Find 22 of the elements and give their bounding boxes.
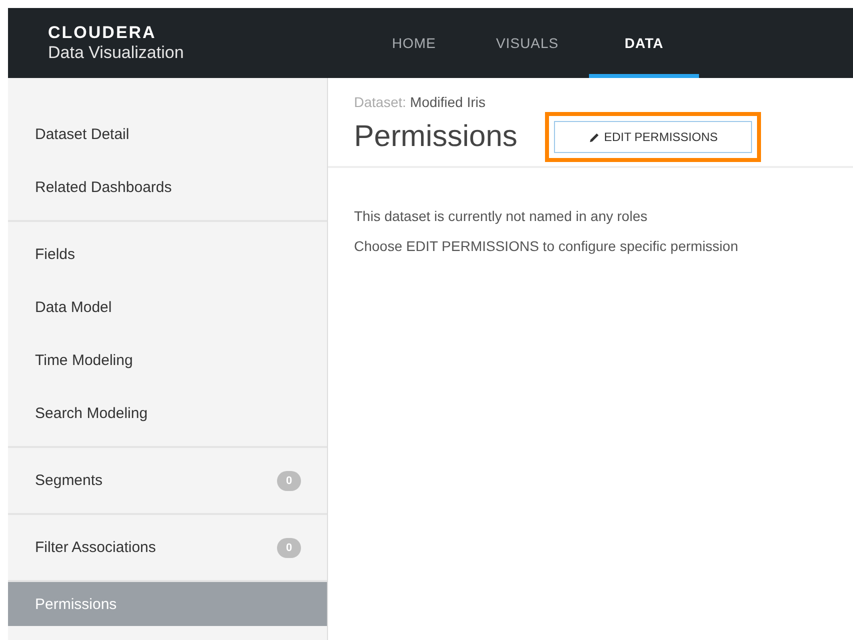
count-badge: 0	[277, 538, 301, 558]
sidebar-item[interactable]: Data Model	[8, 281, 327, 334]
sidebar-item[interactable]: Fields	[8, 228, 327, 281]
info-text: Choose EDIT PERMISSIONS to configure specific permission	[354, 238, 740, 254]
sidebar-item[interactable]: Filter Associations 0	[8, 521, 327, 574]
pencil-icon	[588, 132, 600, 142]
breadcrumb-label: Dataset:	[354, 94, 406, 110]
sidebar-item[interactable]: Segments 0	[8, 454, 327, 507]
info-text: This dataset is currently not named in any roles	[354, 208, 648, 224]
count-badge: 0	[277, 470, 301, 490]
nav-tab[interactable]: VISUALS	[466, 8, 589, 78]
nav-tab[interactable]: DATA	[588, 8, 700, 78]
brand-logo: CLOUDERA	[48, 23, 156, 43]
edit-permissions-button[interactable]: EDIT PERMISSIONS	[554, 121, 752, 153]
page-title: Permissions	[354, 120, 518, 154]
breadcrumb-value: Modified Iris	[410, 94, 486, 110]
sidebar-item[interactable]: Search Modeling	[8, 387, 327, 440]
product-name: Data Visualization	[48, 43, 184, 63]
sidebar-item[interactable]: Dataset Detail	[8, 108, 327, 161]
sidebar-item[interactable]: Time Modeling	[8, 334, 327, 387]
nav-tab[interactable]: HOME	[362, 8, 466, 78]
sidebar-item[interactable]: Related Dashboards	[8, 161, 327, 214]
